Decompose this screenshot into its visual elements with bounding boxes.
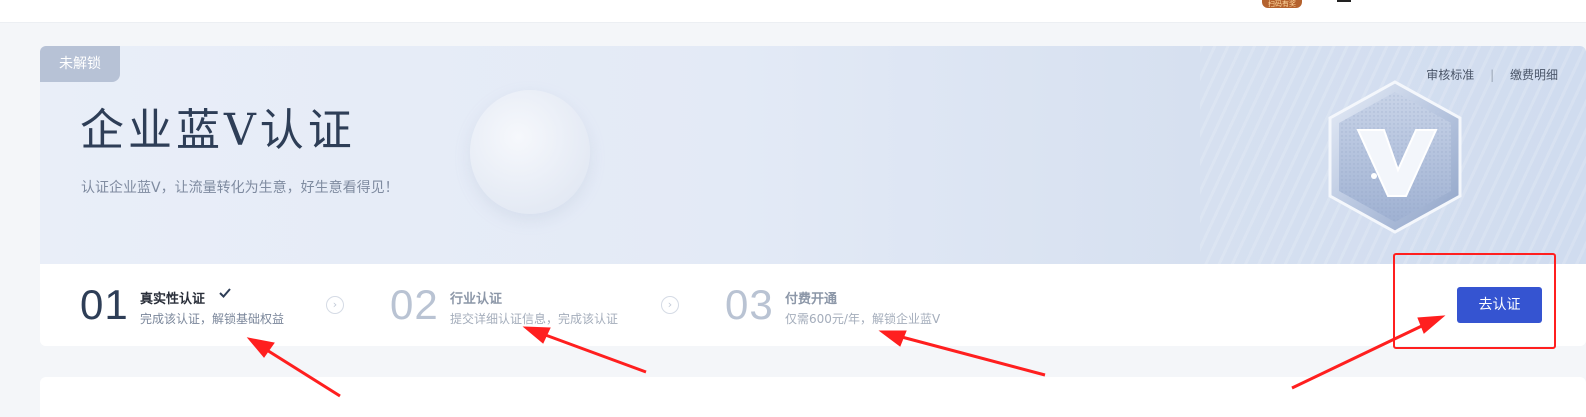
step-payment[interactable]: 03 付费开通 仅需600元/年，解锁企业蓝V (725, 264, 985, 346)
content-card (40, 377, 1586, 417)
top-navigation-bar: 扫码有奖 (0, 0, 1586, 23)
step-description: 仅需600元/年，解锁企业蓝V (785, 312, 941, 326)
step-title: 行业认证 (450, 292, 503, 307)
payment-details-link[interactable]: 缴费明细 (1510, 68, 1558, 82)
step-industry[interactable]: 02 行业认证 提交详细认证信息，完成该认证 (390, 264, 650, 346)
step-number: 01 (80, 281, 129, 328)
step-title: 真实性认证 (140, 292, 206, 307)
promo-badge[interactable]: 扫码有奖 (1262, 0, 1302, 8)
page-subtitle: 认证企业蓝V，让流量转化为生意，好生意看得见！ (81, 180, 399, 196)
start-certification-button[interactable]: 去认证 (1457, 287, 1542, 323)
certification-steps: 01 真实性认证 完成该认证，解锁基础权益 › 02 行业认证 提交详细认证信息… (40, 264, 1586, 346)
glass-sphere-decoration (470, 90, 590, 214)
step-description: 提交详细认证信息，完成该认证 (450, 312, 619, 326)
step-authenticity[interactable]: 01 真实性认证 完成该认证，解锁基础权益 (80, 264, 320, 346)
step-description: 完成该认证，解锁基础权益 (140, 312, 285, 326)
chevron-right-icon: › (326, 296, 344, 314)
step-number: 03 (725, 281, 774, 328)
step-title: 付费开通 (785, 292, 838, 307)
chevron-right-icon: › (661, 296, 679, 314)
certification-banner: 未解锁 企业蓝V认证 认证企业蓝V，让流量转化为生意，好生意看得见！ 审核标准 … (40, 46, 1586, 264)
menu-icon[interactable] (1337, 0, 1351, 2)
locked-status-badge: 未解锁 (40, 46, 120, 82)
link-separator: | (1490, 68, 1495, 82)
certification-card: 未解锁 企业蓝V认证 认证企业蓝V，让流量转化为生意，好生意看得见！ 审核标准 … (40, 46, 1586, 346)
page-title: 企业蓝V认证 (80, 105, 356, 156)
checkmark-icon (219, 288, 231, 298)
blue-v-hexagon-icon (1328, 80, 1462, 234)
step-number: 02 (390, 281, 439, 328)
